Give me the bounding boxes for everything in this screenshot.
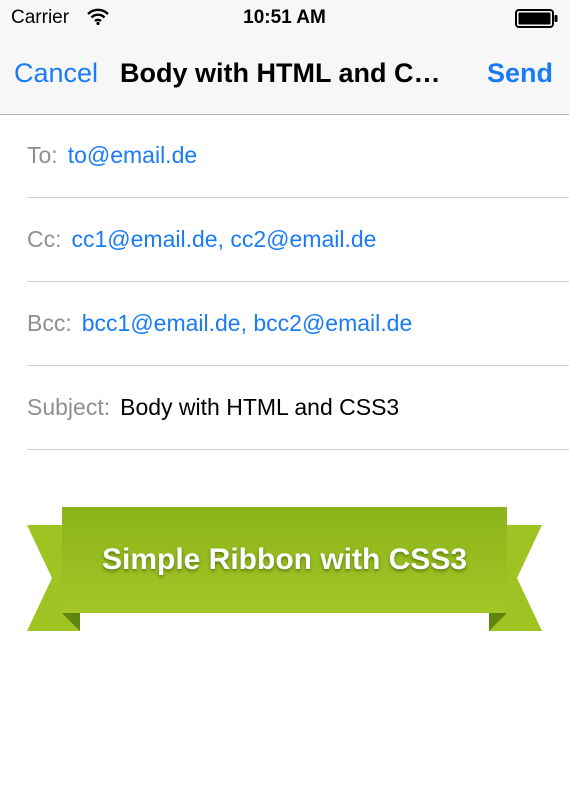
cc-label: Cc: [27,226,62,252]
subject-input[interactable]: Body with HTML and CSS3 [120,394,399,420]
to-recipient[interactable]: to@email.de [68,142,197,168]
bcc-field[interactable]: Bcc: bcc1@email.de, bcc2@email.de [27,282,569,366]
cancel-button[interactable]: Cancel [14,58,98,89]
ribbon-text: Simple Ribbon with CSS3 [101,543,468,576]
status-time: 10:51 AM [243,7,326,28]
cc-field[interactable]: Cc: cc1@email.de, cc2@email.de [27,198,569,282]
bcc-label: Bcc: [27,310,72,336]
compose-title: Body with HTML and CSS3 [120,58,450,88]
send-button[interactable]: Send [487,58,553,89]
status-bar: Carrier 10:51 AM [0,0,569,36]
ribbon-left-fold [62,613,80,631]
navigation-bar: Cancel Body with HTML and CSS3 Send [0,36,569,115]
ribbon-right-fold [489,613,507,631]
to-field[interactable]: To: to@email.de [27,114,569,198]
subject-label: Subject: [27,394,111,420]
bcc-recipients[interactable]: bcc1@email.de, bcc2@email.de [82,310,413,336]
battery-icon [515,9,558,28]
subject-field[interactable]: Subject: Body with HTML and CSS3 [27,366,569,450]
to-label: To: [27,142,58,168]
cc-recipients[interactable]: cc1@email.de, cc2@email.de [72,226,377,252]
